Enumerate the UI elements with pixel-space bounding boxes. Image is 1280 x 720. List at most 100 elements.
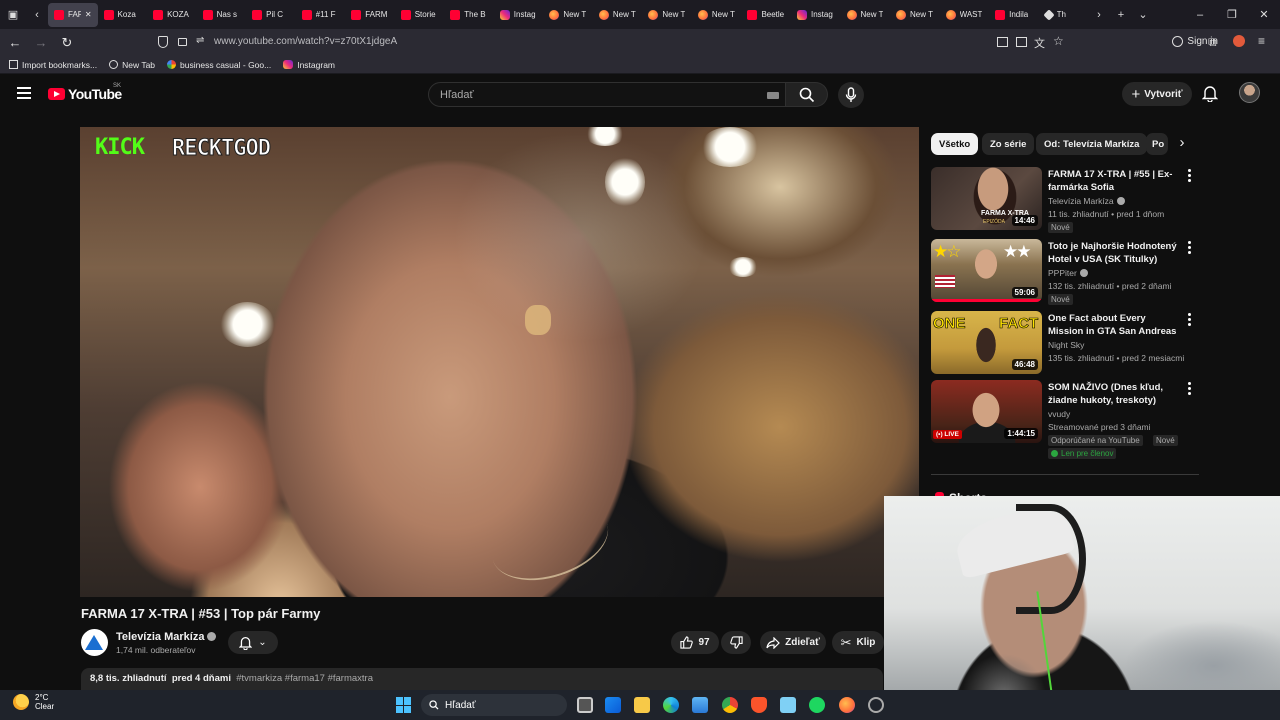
- youtube-logo[interactable]: YouTube: [48, 86, 122, 102]
- notepad-icon[interactable]: [780, 697, 796, 713]
- search-box[interactable]: [428, 82, 786, 107]
- chip-all[interactable]: Všetko: [931, 133, 979, 155]
- search-input[interactable]: [429, 83, 749, 106]
- browser-tab[interactable]: KOZA: [147, 3, 197, 27]
- tab-overflow-chevron-icon[interactable]: ⌄: [1132, 8, 1154, 21]
- video-thumbnail[interactable]: ONE FACT 46:48: [931, 311, 1042, 374]
- forward-arrow-icon[interactable]: →: [28, 35, 54, 50]
- video-thumbnail[interactable]: FARMA X-TRA EPIZÓDA 14:46: [931, 167, 1042, 230]
- firefox-icon[interactable]: [839, 697, 855, 713]
- video-thumbnail[interactable]: (•) LIVE 1:44:15: [931, 380, 1042, 443]
- weather-widget[interactable]: 2°C Clear: [13, 693, 54, 711]
- tracking-protection-shield-icon[interactable]: [158, 36, 168, 48]
- browser-tab[interactable]: New T: [543, 3, 593, 27]
- notifications-bell-icon[interactable]: [1202, 84, 1218, 102]
- more-actions-icon[interactable]: [1188, 313, 1191, 328]
- minimize-window-icon[interactable]: –: [1184, 9, 1216, 21]
- extensions-icon[interactable]: ⧉: [1208, 35, 1217, 50]
- firefox-account-icon[interactable]: [1233, 35, 1245, 47]
- channel-name[interactable]: PPPiter: [1048, 268, 1088, 278]
- recommended-video[interactable]: ONE FACT 46:48 One Fact about Every Miss…: [931, 311, 1201, 375]
- browser-tab[interactable]: #11 F: [296, 3, 346, 27]
- dislike-button[interactable]: [721, 631, 751, 654]
- recommended-video[interactable]: ★☆ ★★ 59:06 Toto je Najhoršie Hodnotený …: [931, 239, 1201, 305]
- keyboard-icon[interactable]: [767, 92, 779, 99]
- microsoft-store-icon[interactable]: [605, 697, 621, 713]
- video-player[interactable]: KICK RECKTGOD: [80, 127, 919, 597]
- bookmark-instagram[interactable]: Instagram: [283, 60, 335, 70]
- edge-icon[interactable]: [663, 697, 679, 713]
- video-title[interactable]: Toto je Najhoršie Hodnotený Hotel v USA …: [1048, 240, 1178, 266]
- settings-gear-icon[interactable]: [868, 697, 884, 713]
- create-button[interactable]: + Vytvoriť: [1122, 82, 1192, 106]
- reload-icon[interactable]: ↻: [54, 35, 80, 51]
- recommended-video[interactable]: (•) LIVE 1:44:15 SOM NAŽIVO (Dnes kľud, …: [931, 380, 1201, 462]
- user-avatar[interactable]: [1239, 82, 1260, 103]
- address-bar-url[interactable]: www.youtube.com/watch?v=z70tX1jdgeA: [214, 36, 397, 47]
- channel-name[interactable]: Televízia Markíza: [116, 631, 217, 643]
- browser-tab[interactable]: Storie: [395, 3, 445, 27]
- more-actions-icon[interactable]: [1188, 169, 1191, 184]
- scroll-tabs-left-icon[interactable]: ‹: [26, 9, 48, 21]
- spotify-icon[interactable]: [809, 697, 825, 713]
- close-tab-icon[interactable]: ✕: [85, 10, 92, 19]
- windows-start-icon[interactable]: [396, 697, 412, 713]
- tab-list-icon[interactable]: ▣: [0, 8, 26, 21]
- browser-tab[interactable]: New T: [841, 3, 891, 27]
- browser-tab[interactable]: Instag: [791, 3, 841, 27]
- bookmark-business-casual[interactable]: business casual - Goo...: [167, 60, 271, 70]
- browser-tab[interactable]: Nas s: [197, 3, 247, 27]
- translate-icon[interactable]: 文: [1034, 35, 1045, 51]
- browser-tab[interactable]: WAST: [940, 3, 990, 27]
- reader-view-icon[interactable]: [1016, 37, 1027, 47]
- browser-tab[interactable]: New T: [593, 3, 643, 27]
- lock-icon[interactable]: [178, 38, 187, 46]
- search-button[interactable]: [786, 82, 828, 107]
- like-button[interactable]: 97: [671, 631, 719, 654]
- browser-tab[interactable]: New T: [692, 3, 742, 27]
- share-button[interactable]: Zdieľať: [760, 631, 826, 654]
- more-actions-icon[interactable]: [1188, 382, 1191, 397]
- browser-tab[interactable]: Instag: [494, 3, 544, 27]
- browser-tab[interactable]: FARM: [345, 3, 395, 27]
- chip-from-channel[interactable]: Od: Televízia Markíza: [1036, 133, 1148, 155]
- menu-hamburger-icon[interactable]: [17, 87, 31, 102]
- browser-tab[interactable]: Th: [1039, 3, 1088, 27]
- browser-tab[interactable]: The B: [444, 3, 494, 27]
- browser-tab[interactable]: Indila: [989, 3, 1039, 27]
- video-title[interactable]: One Fact about Every Mission in GTA San …: [1048, 312, 1178, 338]
- bookmark-new-tab[interactable]: New Tab: [109, 60, 155, 70]
- browser-tab[interactable]: New T: [890, 3, 940, 27]
- channel-name[interactable]: vvudy: [1048, 409, 1070, 419]
- close-window-icon[interactable]: ✕: [1248, 8, 1280, 21]
- browser-tab[interactable]: Pil C: [246, 3, 296, 27]
- channel-name[interactable]: Night Sky: [1048, 340, 1084, 350]
- more-actions-icon[interactable]: [1188, 241, 1191, 256]
- app-menu-icon[interactable]: ≡: [1258, 34, 1265, 48]
- chrome-icon[interactable]: [722, 697, 738, 713]
- video-description[interactable]: 8,8 tis. zhliadnutí pred 4 dňami #tvmark…: [81, 668, 883, 690]
- hashtags[interactable]: #tvmarkiza #farma17 #farmaxtra: [236, 673, 373, 684]
- picture-in-picture-icon[interactable]: [997, 37, 1008, 47]
- subscription-notifications-button[interactable]: ⌄: [228, 631, 278, 654]
- browser-tab[interactable]: Beetle: [741, 3, 791, 27]
- task-view-icon[interactable]: [577, 697, 593, 713]
- channel-avatar[interactable]: [81, 629, 108, 656]
- chip-from-series[interactable]: Zo série: [982, 133, 1035, 155]
- browser-tab[interactable]: FARMA ✕: [48, 2, 98, 27]
- new-tab-icon[interactable]: +: [1110, 9, 1132, 21]
- video-title[interactable]: SOM NAŽIVO (Dnes kľud, žiadne hukoty, tr…: [1048, 381, 1178, 407]
- bookmark-star-icon[interactable]: ☆: [1053, 34, 1064, 48]
- chips-next-chevron-icon[interactable]: ›: [1170, 133, 1194, 155]
- video-title[interactable]: FARMA 17 X-TRA | #55 | Ex-farmárka Sofia: [1048, 168, 1178, 194]
- video-thumbnail[interactable]: ★☆ ★★ 59:06: [931, 239, 1042, 302]
- browser-tab[interactable]: New T: [642, 3, 692, 27]
- channel-name[interactable]: Televízia Markíza: [1048, 196, 1125, 206]
- scroll-tabs-right-icon[interactable]: ›: [1088, 9, 1110, 21]
- recommended-video[interactable]: FARMA X-TRA EPIZÓDA 14:46 FARMA 17 X-TRA…: [931, 167, 1201, 233]
- chip-partial[interactable]: Po: [1146, 133, 1168, 155]
- voice-search-button[interactable]: [838, 82, 864, 108]
- browser-tab[interactable]: Koza: [98, 3, 148, 27]
- permissions-icon[interactable]: ⇌: [196, 35, 204, 46]
- back-arrow-icon[interactable]: ←: [2, 35, 28, 50]
